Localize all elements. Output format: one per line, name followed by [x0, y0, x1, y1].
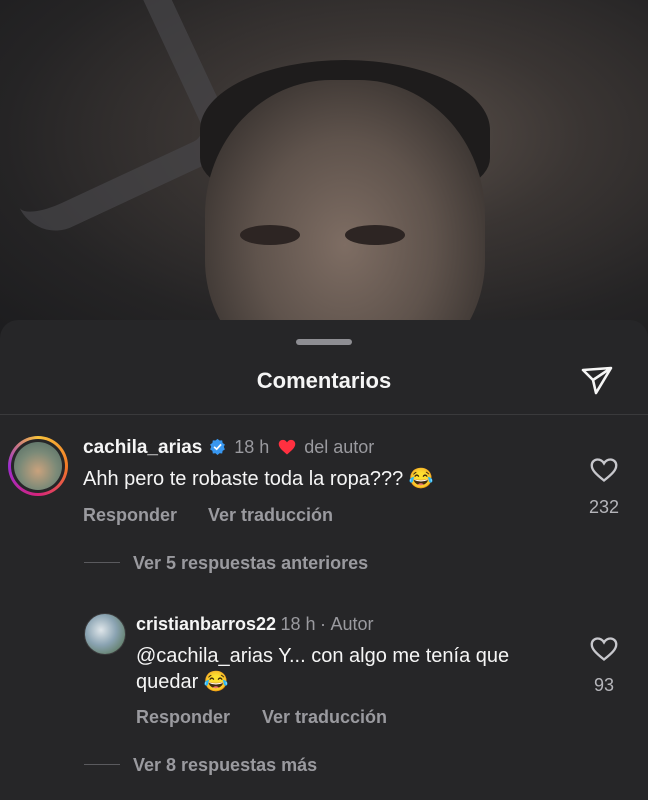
reply-reply-button[interactable]: Responder: [136, 707, 230, 728]
heart-outline-icon[interactable]: [590, 457, 618, 483]
translate-button[interactable]: Ver traducción: [208, 505, 333, 526]
comments-sheet: Comentarios cachila_arias 18 h del autor…: [0, 320, 648, 800]
like-count: 232: [588, 497, 620, 517]
avatar[interactable]: [8, 436, 68, 496]
photo-eye-left: [240, 225, 300, 245]
photo-face: [205, 80, 485, 340]
reply-time: 18 h: [280, 614, 316, 634]
replies-divider: [84, 562, 120, 563]
heart-filled-icon: [278, 439, 296, 455]
comment-text: Ahh pero te robaste toda la ropa??? 😂: [83, 468, 434, 490]
reply-avatar[interactable]: [84, 613, 126, 655]
send-icon[interactable]: [579, 362, 615, 398]
view-more-replies-button[interactable]: Ver 8 respuestas más: [133, 755, 317, 776]
reply-header: cristianbarros22 18 h · Autor: [136, 614, 374, 635]
sheet-title: Comentarios: [256, 368, 392, 393]
header-divider: [0, 414, 648, 415]
verified-badge-icon: [209, 438, 225, 455]
background-photo: [0, 0, 648, 340]
reply-translate-button[interactable]: Ver traducción: [262, 707, 387, 728]
heart-outline-icon[interactable]: [590, 636, 618, 662]
reply-text-line2: quedar 😂: [136, 671, 229, 693]
view-previous-replies-button[interactable]: Ver 5 respuestas anteriores: [133, 553, 368, 574]
reply-text-line1: @cachila_arias Y... con algo me tenía qu…: [136, 645, 510, 667]
replies-divider: [84, 764, 120, 765]
reply-button[interactable]: Responder: [83, 505, 177, 526]
photo-eye-right: [345, 225, 405, 245]
reply-separator: ·: [320, 614, 327, 634]
comment-header: cachila_arias 18 h del autor: [83, 437, 374, 459]
comment-time: 18 h: [234, 437, 270, 457]
author-badge: Autor: [330, 614, 374, 634]
sheet-grabber[interactable]: [296, 339, 352, 345]
comment-username[interactable]: cachila_arias: [83, 437, 202, 458]
reply-username[interactable]: cristianbarros22: [136, 614, 276, 634]
reply-like-count: 93: [593, 675, 615, 695]
liked-by-author-label: del autor: [304, 437, 375, 457]
